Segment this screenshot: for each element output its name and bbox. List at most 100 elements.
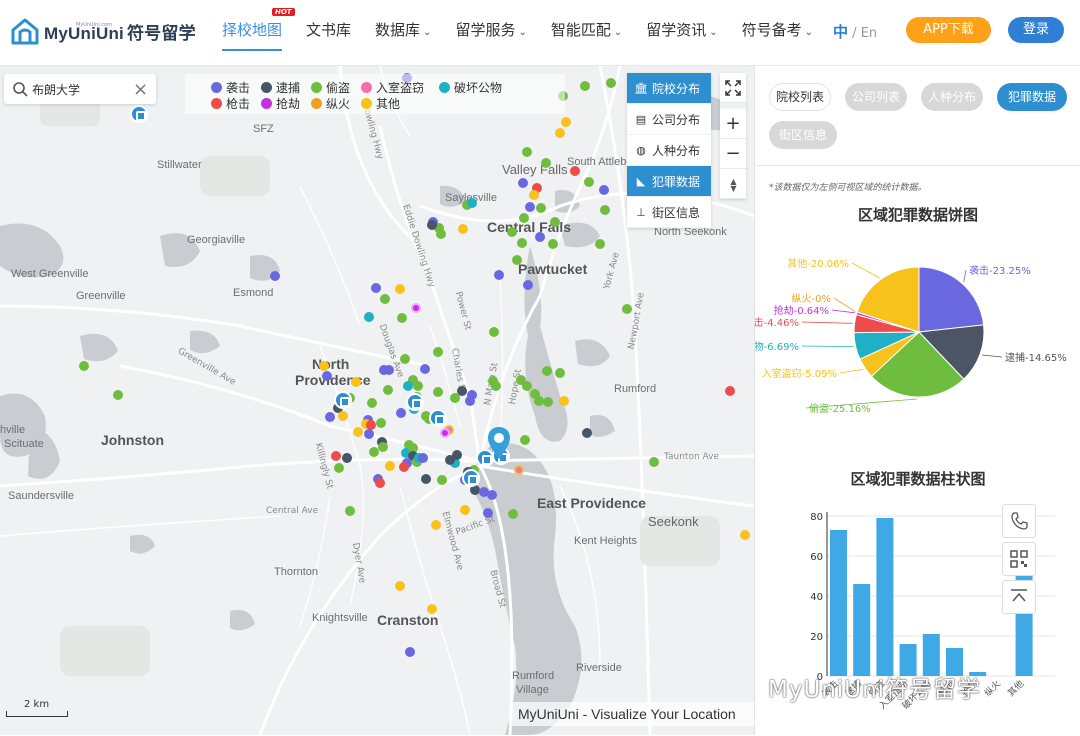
- lang-en[interactable]: En: [861, 26, 877, 41]
- crime-dot-逮捕[interactable]: [421, 474, 431, 484]
- layer-button[interactable]: ⊥ 街区信息: [627, 197, 711, 228]
- side-tab[interactable]: 公司列表: [845, 83, 907, 111]
- crime-dot-偷盗[interactable]: [489, 327, 499, 337]
- legend-item[interactable]: 偷盗: [311, 79, 350, 96]
- crime-dot-偷盗[interactable]: [376, 418, 386, 428]
- crime-dot-其他[interactable]: [431, 520, 441, 530]
- compass-button[interactable]: ▲▼: [720, 169, 746, 199]
- crime-dot-偷盗[interactable]: [507, 227, 517, 237]
- crime-dot-偷盗[interactable]: [622, 304, 632, 314]
- school-marker[interactable]: [334, 391, 352, 409]
- crime-dot-破坏公物[interactable]: [364, 312, 374, 322]
- legend-item[interactable]: 袭击: [211, 79, 250, 96]
- crime-dot-偷盗[interactable]: [512, 255, 522, 265]
- crime-dot-偷盗[interactable]: [334, 463, 344, 473]
- bar[interactable]: [830, 530, 847, 676]
- crime-dot-偷盗[interactable]: [542, 366, 552, 376]
- crime-dot-偷盗[interactable]: [606, 78, 616, 88]
- crime-dot-袭击[interactable]: [325, 412, 335, 422]
- crime-dot-袭击[interactable]: [467, 390, 477, 400]
- crime-dot-偷盗[interactable]: [600, 205, 610, 215]
- crime-dot-偷盗[interactable]: [437, 475, 447, 485]
- crime-dot-其他[interactable]: [740, 530, 750, 540]
- language-switch[interactable]: 中 / En: [833, 21, 877, 42]
- search-input[interactable]: [32, 82, 127, 96]
- fullscreen-button[interactable]: [720, 73, 746, 103]
- legend-item[interactable]: 枪击: [211, 95, 250, 112]
- crime-dot-枪击[interactable]: [375, 478, 385, 488]
- crime-dot-枪击[interactable]: [570, 166, 580, 176]
- crime-dot-偷盗[interactable]: [580, 81, 590, 91]
- crime-dot-袭击[interactable]: [420, 364, 430, 374]
- crime-dot-逮捕[interactable]: [427, 220, 437, 230]
- legend-item[interactable]: 入室盗窃: [361, 79, 424, 96]
- back-to-top-button[interactable]: [1002, 580, 1036, 614]
- crime-dot-偷盗[interactable]: [536, 203, 546, 213]
- crime-dot-偷盗[interactable]: [400, 354, 410, 364]
- login-button[interactable]: 登录: [1008, 17, 1064, 43]
- crime-dot-偷盗[interactable]: [397, 313, 407, 323]
- crime-dot-偷盗[interactable]: [369, 447, 379, 457]
- crime-dot-其他[interactable]: [351, 377, 361, 387]
- crime-dot-偷盗[interactable]: [436, 229, 446, 239]
- nav-item[interactable]: 留学服务 ⌄: [455, 19, 526, 40]
- legend-item[interactable]: 纵火: [311, 95, 350, 112]
- layer-button[interactable]: 🏛 院校分布: [627, 73, 711, 104]
- crime-dot-其他[interactable]: [559, 396, 569, 406]
- legend-item[interactable]: 其他: [361, 95, 400, 112]
- crime-dot-偷盗[interactable]: [491, 381, 501, 391]
- crime-dot-枪击[interactable]: [399, 462, 409, 472]
- crime-dot-其他[interactable]: [395, 284, 405, 294]
- crime-dot-偷盗[interactable]: [113, 390, 123, 400]
- clear-search-icon[interactable]: ×: [133, 79, 148, 100]
- nav-item[interactable]: 符号备考 ⌄: [742, 19, 813, 40]
- crime-dot-袭击[interactable]: [487, 490, 497, 500]
- crime-dot-袭击[interactable]: [405, 647, 415, 657]
- bar[interactable]: [853, 584, 871, 676]
- crime-dot-袭击[interactable]: [518, 178, 528, 188]
- crime-dot-偷盗[interactable]: [584, 177, 594, 187]
- crime-dot-其他[interactable]: [555, 128, 565, 138]
- crime-dot-袭击[interactable]: [494, 270, 504, 280]
- crime-dot-逮捕[interactable]: [342, 453, 352, 463]
- nav-item[interactable]: 智能匹配 ⌄: [551, 19, 622, 40]
- crime-dot-偷盗[interactable]: [530, 389, 540, 399]
- nav-item[interactable]: 文书库: [306, 19, 351, 40]
- crime-dot-其他[interactable]: [353, 427, 363, 437]
- nav-item[interactable]: 择校地图 HOT: [222, 8, 295, 51]
- crime-dot-偷盗[interactable]: [555, 368, 565, 378]
- crime-dot-袭击[interactable]: [322, 371, 332, 381]
- crime-dot-偷盗[interactable]: [649, 457, 659, 467]
- crime-dot-袭击[interactable]: [396, 408, 406, 418]
- zoom-in-button[interactable]: +: [720, 109, 746, 139]
- crime-dot-袭击[interactable]: [384, 365, 394, 375]
- school-marker[interactable]: [130, 105, 148, 123]
- nav-item[interactable]: 留学资讯 ⌄: [646, 19, 717, 40]
- crime-dot-袭击[interactable]: [525, 202, 535, 212]
- side-tab[interactable]: 人种分布: [921, 83, 983, 111]
- legend-item[interactable]: 逮捕: [261, 79, 300, 96]
- crime-dot-逮捕[interactable]: [582, 428, 592, 438]
- side-tab[interactable]: 街区信息: [769, 121, 837, 149]
- side-tab[interactable]: 院校列表: [769, 83, 831, 111]
- crime-dot-偷盗[interactable]: [345, 506, 355, 516]
- crime-dot-袭击[interactable]: [364, 429, 374, 439]
- layer-button[interactable]: ◣ 犯罪数据: [627, 166, 711, 197]
- crime-dot-偷盗[interactable]: [433, 347, 443, 357]
- crime-dot-偷盗[interactable]: [450, 393, 460, 403]
- crime-dot-入室盗窃[interactable]: [514, 465, 524, 475]
- crime-dot-偷盗[interactable]: [522, 147, 532, 157]
- crime-dot-偷盗[interactable]: [541, 158, 551, 168]
- bar[interactable]: [876, 518, 894, 676]
- crime-dot-偷盗[interactable]: [413, 381, 423, 391]
- crime-dot-破坏公物[interactable]: [403, 381, 413, 391]
- crime-dot-袭击[interactable]: [523, 280, 533, 290]
- crime-dot-其他[interactable]: [319, 361, 329, 371]
- crime-dot-偷盗[interactable]: [543, 397, 553, 407]
- layer-button[interactable]: ▤ 公司分布: [627, 104, 711, 135]
- crime-dot-其他[interactable]: [338, 411, 348, 421]
- crime-dot-袭击[interactable]: [535, 232, 545, 242]
- nav-item[interactable]: 数据库 ⌄: [375, 19, 431, 40]
- crime-dot-偷盗[interactable]: [595, 239, 605, 249]
- school-marker[interactable]: [406, 393, 424, 411]
